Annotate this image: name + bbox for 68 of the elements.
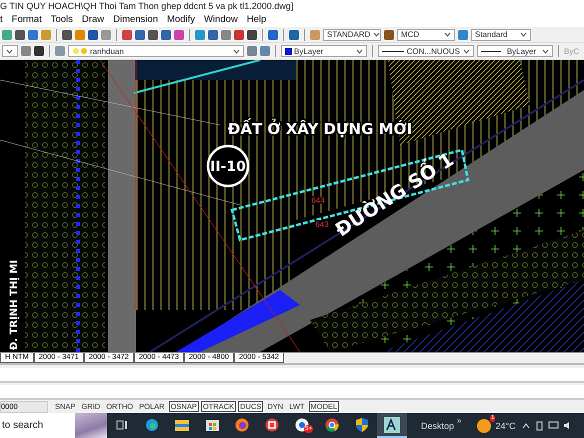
toolbar-tool-icon[interactable]: [208, 30, 218, 40]
cad-app-icon: [384, 416, 400, 433]
layer-state-icons: [72, 47, 88, 56]
zone-marker: II-10: [206, 145, 250, 188]
caret-icon: [233, 48, 240, 54]
chevron-up-icon[interactable]: [522, 422, 530, 429]
lineweight-dropdown[interactable]: ByLayer: [477, 45, 553, 58]
store-bag-icon: [206, 418, 218, 432]
browser-icon: [325, 418, 339, 432]
toolbar-tool-icon[interactable]: [28, 30, 38, 40]
caret-icon: [463, 48, 470, 54]
task-view-icon: [116, 418, 128, 431]
road-label: Đ. TRỊNH THỊ MI: [9, 260, 20, 350]
caret-icon: [373, 32, 380, 38]
browser-icon: [235, 418, 249, 432]
folder-icon: [175, 418, 189, 431]
layer-manager-icon[interactable]: [55, 46, 65, 56]
menu-item[interactable]: Window: [204, 14, 238, 25]
table-style-icon[interactable]: [458, 30, 468, 40]
window-title: G TIN QUY HOACH\QH Thoi Tam Thon ghep ddcnt 5 va pk tl1.2000.dwg]: [0, 0, 294, 11]
toolbar-tool-icon[interactable]: [268, 30, 278, 40]
caret-icon: [520, 32, 527, 38]
toolbar-tool-icon[interactable]: [122, 30, 132, 40]
layer-name: ranhduan: [90, 46, 124, 56]
toolbar-tool-icon[interactable]: [148, 30, 158, 40]
menu-item[interactable]: t: [0, 14, 3, 25]
dropdown-tail[interactable]: [2, 45, 18, 58]
text-style-dropdown[interactable]: STANDARD: [323, 28, 381, 41]
toolbar-tool-icon[interactable]: [174, 30, 184, 40]
desktop-toolbar-label[interactable]: Desktop: [421, 420, 454, 431]
caret-icon: [444, 32, 451, 38]
device-icon[interactable]: [536, 420, 544, 431]
layer-tool-icon[interactable]: [34, 46, 44, 56]
menu-item[interactable]: Dimension: [113, 14, 158, 25]
shield-icon: [356, 418, 368, 432]
caret-icon: [542, 48, 549, 54]
menu-item[interactable]: Modify: [166, 14, 195, 25]
caret-icon: [356, 48, 363, 54]
menu-item[interactable]: Help: [246, 14, 266, 25]
network-icon[interactable]: [548, 421, 559, 430]
toolbar-tool-icon[interactable]: [62, 30, 72, 40]
menu-item[interactable]: Draw: [82, 14, 104, 25]
temperature-text: 24°C: [495, 420, 516, 431]
browser-icon: [145, 418, 159, 432]
toolbar-tool-icon[interactable]: [88, 30, 98, 40]
color-swatch: [285, 48, 292, 55]
table-style-dropdown[interactable]: Standard: [471, 28, 531, 41]
toolbar-tool-icon[interactable]: [135, 30, 145, 40]
menu-item[interactable]: Tools: [50, 14, 73, 25]
search-field[interactable]: to search: [0, 413, 75, 438]
dimension-style-dropdown[interactable]: MCD: [397, 28, 455, 41]
taskbar-app[interactable]: [377, 413, 407, 438]
overflow-chevron[interactable]: »: [457, 416, 462, 426]
help-icon[interactable]: [289, 30, 299, 40]
toolbar-tool-icon[interactable]: [15, 30, 25, 40]
toolbar-tool-icon[interactable]: [247, 30, 257, 40]
lot-number: 643: [315, 220, 329, 230]
toolbar-tool-icon[interactable]: [161, 30, 171, 40]
plot-style-text: ByC: [564, 46, 580, 56]
photo-placeholder: [75, 413, 107, 438]
layer-dropdown[interactable]: ranhduan: [68, 45, 244, 58]
dimension-style-icon[interactable]: [384, 30, 394, 40]
round-app-icon: [265, 418, 279, 432]
linetype-dropdown[interactable]: CON...NUOUS: [378, 45, 474, 58]
color-dropdown[interactable]: ByLayer: [281, 45, 367, 58]
caret-icon: [6, 48, 13, 54]
toolbar-tool-icon[interactable]: [234, 30, 244, 40]
menu-item[interactable]: Format: [12, 14, 42, 25]
